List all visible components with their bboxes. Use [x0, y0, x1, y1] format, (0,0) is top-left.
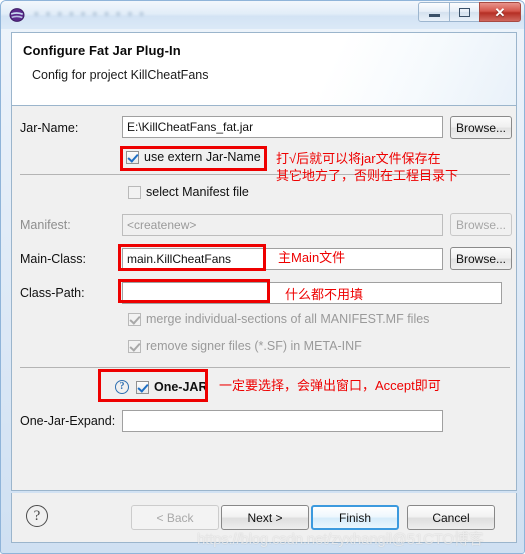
class-path-label: Class-Path: — [20, 286, 85, 300]
jar-name-label: Jar-Name: — [20, 121, 79, 135]
close-icon: ✕ — [494, 4, 506, 20]
form-panel: Jar-Name: Browse... use extern Jar-Name … — [11, 105, 517, 491]
one-jar-expand-label: One-Jar-Expand: — [20, 414, 116, 428]
window-title-ghost: ● ● ● ● ● ● ● ● ● ● — [33, 8, 146, 20]
cancel-button[interactable]: Cancel — [407, 505, 495, 530]
separator-2 — [20, 367, 510, 368]
page-title: Configure Fat Jar Plug-In — [23, 43, 181, 58]
annotation-text-use-extern-1: 打√后就可以将jar文件保存在 — [276, 151, 441, 166]
annotation-text-main-class: 主Main文件 — [278, 250, 346, 265]
one-jar-label: One-JAR — [154, 380, 208, 394]
select-manifest-file-checkbox[interactable]: select Manifest file — [128, 185, 249, 199]
eclipse-globe-icon — [9, 8, 25, 22]
minimize-button[interactable] — [418, 2, 450, 22]
annotation-text-class-path: 什么都不用填 — [285, 287, 364, 302]
checkbox-box-icon — [128, 339, 141, 353]
checkbox-box-icon — [128, 185, 141, 199]
main-class-browse-button[interactable]: Browse... — [450, 247, 512, 270]
annotation-text-use-extern-2: 其它地方了，否则在工程目录下 — [276, 168, 459, 183]
dialog-header: Configure Fat Jar Plug-In Config for pro… — [11, 32, 517, 106]
remove-signer-files-checkbox: remove signer files (*.SF) in META-INF — [128, 339, 362, 353]
maximize-button[interactable] — [449, 2, 480, 22]
back-button: < Back — [131, 505, 219, 530]
checkbox-box-icon — [126, 150, 139, 164]
minimize-icon — [428, 14, 440, 17]
maximize-icon — [459, 7, 470, 17]
jar-name-browse-button[interactable]: Browse... — [450, 116, 512, 139]
dialog-footer: ? < Back Next > Finish Cancel — [11, 493, 517, 543]
use-extern-jar-name-label: use extern Jar-Name — [144, 150, 261, 164]
checkbox-box-icon — [128, 312, 141, 326]
help-icon[interactable]: ? — [115, 380, 129, 394]
one-jar-checkbox-row[interactable]: ? One-JAR — [115, 380, 207, 394]
select-manifest-file-label: select Manifest file — [146, 185, 249, 199]
next-button[interactable]: Next > — [221, 505, 309, 530]
jar-name-input[interactable] — [122, 116, 443, 138]
merge-sections-label: merge individual-sections of all MANIFES… — [146, 312, 430, 326]
dialog-window: ● ● ● ● ● ● ● ● ● ● ✕ Configure Fat Jar … — [0, 0, 525, 554]
merge-sections-checkbox: merge individual-sections of all MANIFES… — [128, 312, 429, 326]
one-jar-expand-input[interactable] — [122, 410, 443, 432]
finish-button[interactable]: Finish — [311, 505, 399, 530]
title-bar[interactable]: ● ● ● ● ● ● ● ● ● ● ✕ — [1, 1, 524, 29]
close-button[interactable]: ✕ — [479, 2, 521, 22]
help-button[interactable]: ? — [26, 505, 48, 527]
use-extern-jar-name-checkbox[interactable]: use extern Jar-Name — [126, 150, 261, 164]
checkbox-box-icon[interactable] — [136, 380, 149, 394]
remove-signer-files-label: remove signer files (*.SF) in META-INF — [146, 339, 362, 353]
manifest-label: Manifest: — [20, 218, 71, 232]
main-class-label: Main-Class: — [20, 252, 86, 266]
annotation-text-one-jar: 一定要选择，会弹出窗口，Accept即可 — [219, 378, 441, 393]
page-subtitle: Config for project KillCheatFans — [32, 68, 209, 82]
manifest-browse-button: Browse... — [450, 213, 512, 236]
manifest-input — [122, 214, 443, 236]
